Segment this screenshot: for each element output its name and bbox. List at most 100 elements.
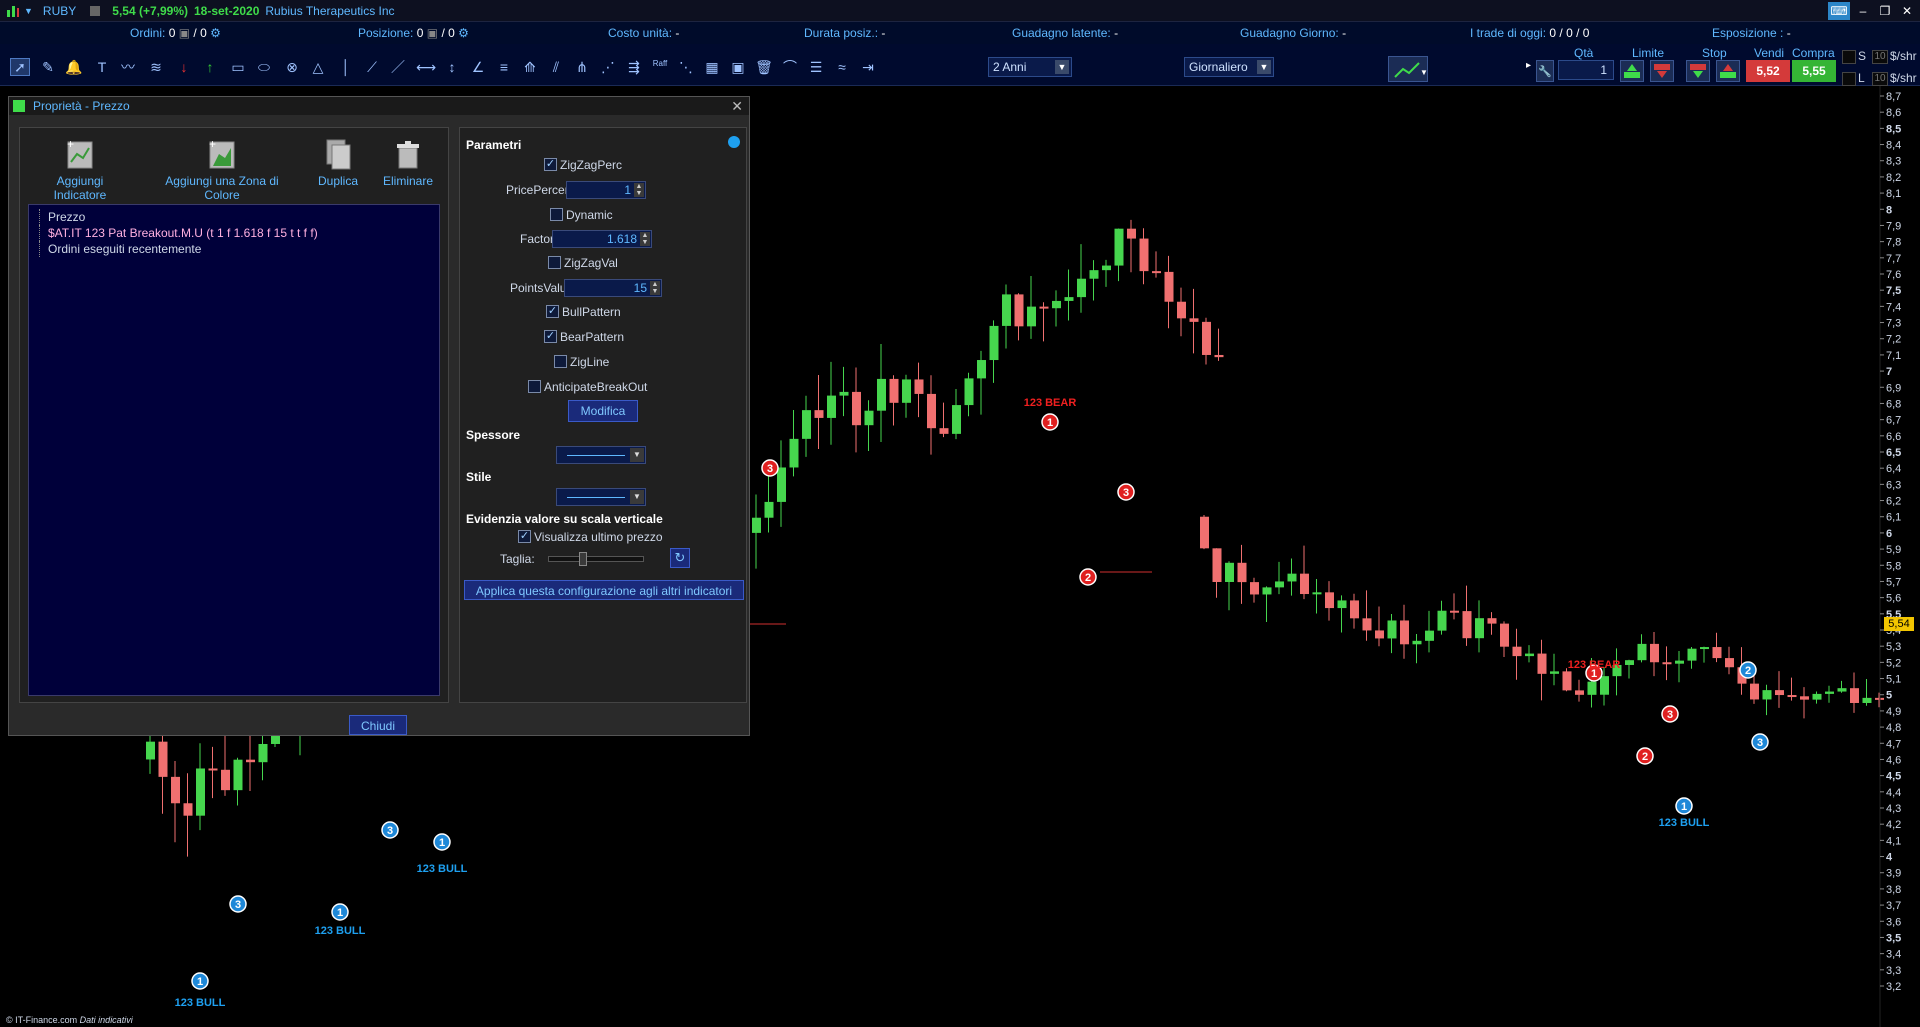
fan-lines-icon[interactable]: ⋰ (598, 58, 618, 76)
grid-tool-icon[interactable]: ▦ (702, 58, 722, 76)
taglia-slider[interactable] (548, 552, 644, 566)
zigline-checkbox[interactable] (554, 355, 567, 368)
slider-thumb[interactable] (579, 552, 587, 566)
box-tool-icon[interactable]: ▣ (728, 58, 748, 76)
keyboard-icon[interactable]: ⌨ (1828, 2, 1850, 20)
bullpattern-checkbox[interactable]: ✓ (546, 305, 559, 318)
candle-body (1750, 683, 1759, 700)
close-icon[interactable]: ✕ (731, 97, 743, 115)
delete-button[interactable]: Eliminare (378, 138, 438, 188)
gear-icon[interactable]: ⚙ (210, 26, 221, 40)
angle-tool-icon[interactable]: ∠ (468, 58, 488, 76)
stile-select[interactable]: ▼ (556, 488, 646, 506)
indicator-menu-button[interactable]: ▼ (1388, 56, 1428, 82)
spessore-select[interactable]: ▼ (556, 446, 646, 464)
multi-line-icon[interactable]: ☰ (806, 58, 826, 76)
tree-item-ordini[interactable]: Ordini eseguiti recentemente (39, 241, 429, 257)
l-qty[interactable]: 10 (1872, 72, 1888, 86)
bearpattern-checkbox[interactable]: ✓ (544, 330, 557, 343)
buy-button[interactable]: 5,55 (1792, 60, 1836, 82)
info-icon[interactable] (90, 5, 101, 16)
qty-input[interactable]: 1 (1558, 60, 1614, 80)
fibonacci-tool-icon[interactable]: ≡ (494, 58, 514, 76)
raff-channel-icon[interactable]: Raff (650, 58, 670, 76)
trash-tool-icon[interactable]: 🗑 (754, 58, 774, 76)
s-qty[interactable]: 10 (1872, 50, 1888, 64)
interval-select[interactable]: Giornaliero ▼ (1184, 57, 1274, 77)
buy-limit-button[interactable] (1620, 60, 1644, 82)
period-select[interactable]: 2 Anni ▼ (988, 57, 1072, 77)
text-tool-icon[interactable]: T (92, 58, 112, 76)
tree-item-123-pattern[interactable]: $AT.IT 123 Pat Breakout.M.U (t 1 f 1.618… (39, 225, 429, 241)
add-indicator-button[interactable]: + Aggiungi Indicatore (30, 138, 130, 202)
dynamic-checkbox[interactable] (550, 208, 563, 221)
circle-cross-tool-icon[interactable]: ⊗ (282, 58, 302, 76)
refresh-icon[interactable]: ↻ (670, 548, 690, 568)
tree-item-prezzo[interactable]: Prezzo (39, 209, 429, 225)
vertical-measure-icon[interactable]: ↕ (442, 58, 462, 76)
wave-tool-icon[interactable]: ≋ (146, 58, 166, 76)
measure-tool-icon[interactable]: ⟷ (416, 58, 436, 76)
zigzagperc-checkbox[interactable]: ✓ (544, 158, 557, 171)
visualizza-label: Visualizza ultimo prezzo (534, 530, 663, 544)
horizontal-segment-icon[interactable]: ⇥ (858, 58, 878, 76)
symbol-name[interactable]: RUBY (43, 4, 76, 18)
alarm-bell-icon[interactable]: 🔔 (64, 58, 84, 76)
channel-tool-icon[interactable]: ⫽ (546, 58, 566, 76)
add-color-zone-button[interactable]: + Aggiungi una Zona di Colore (148, 138, 296, 202)
sell-limit-button[interactable] (1650, 60, 1674, 82)
svg-text:▼: ▼ (1420, 68, 1428, 77)
parallel-tool-icon[interactable]: ⇶ (624, 58, 644, 76)
pencil-tool-icon[interactable]: ✎ (38, 58, 58, 76)
ellipse-tool-icon[interactable]: ⬭ (254, 58, 274, 76)
spinner-arrows-icon[interactable]: ▲ ▼ (640, 232, 650, 246)
sell-stop-button[interactable] (1716, 60, 1740, 82)
s-checkbox[interactable] (1842, 50, 1856, 64)
rectangle-tool-icon[interactable]: ▭ (228, 58, 248, 76)
candle-body (1152, 271, 1161, 274)
spinner-arrows-icon[interactable]: ▲ ▼ (634, 183, 644, 197)
l-checkbox[interactable] (1842, 72, 1856, 86)
speed-lines-icon[interactable]: ⋱ (676, 58, 696, 76)
posizione-icon[interactable]: ▣ (427, 26, 438, 40)
factor-input[interactable]: 1.618 ▲ ▼ (552, 230, 652, 248)
sell-button[interactable]: 5,52 (1746, 60, 1790, 82)
spinner-arrows-icon[interactable]: ▲ ▼ (650, 281, 660, 295)
zigzagval-checkbox[interactable] (548, 256, 561, 269)
pointer-tool-icon[interactable]: ➚ (10, 58, 30, 76)
duplicate-button[interactable]: Duplica (316, 138, 360, 188)
pattern-point-number: 1 (439, 837, 445, 849)
close-window-button[interactable]: ✕ (1898, 2, 1916, 20)
restore-button[interactable]: ❐ (1876, 2, 1894, 20)
y-tick-label: 8 (1886, 204, 1892, 216)
candle-body (1462, 611, 1472, 639)
sell-arrow-icon[interactable]: ↓ (174, 58, 194, 76)
apply-to-all-button[interactable]: Applica questa configurazione agli altri… (464, 580, 744, 600)
gann-fan-icon[interactable]: ⟰ (520, 58, 540, 76)
gear-icon[interactable]: ⚙ (458, 26, 469, 40)
modifica-button[interactable]: Modifica (568, 400, 638, 422)
dialog-titlebar[interactable]: Proprietà - Prezzo ✕ (9, 97, 749, 115)
trendline-tool-icon[interactable]: ⟋ (362, 58, 382, 76)
buy-arrow-icon[interactable]: ↑ (200, 58, 220, 76)
y-tick-label: 6 (1886, 528, 1892, 540)
zigzag-tool-icon[interactable]: 〰 (118, 58, 138, 76)
pointsvalue-input[interactable]: 15 ▲ ▼ (564, 279, 662, 297)
curve-tool-icon[interactable]: ⌒ (780, 58, 800, 76)
expand-arrow-icon[interactable]: ▸ (1526, 60, 1531, 71)
triangle-tool-icon[interactable]: △ (308, 58, 328, 76)
pitchfork-tool-icon[interactable]: ⋔ (572, 58, 592, 76)
help-bubble-icon[interactable] (728, 136, 740, 148)
ray-tool-icon[interactable]: ／ (388, 58, 408, 76)
minimize-button[interactable]: – (1854, 2, 1872, 20)
anticipate-checkbox[interactable] (528, 380, 541, 393)
chiudi-button[interactable]: Chiudi (349, 715, 407, 735)
visualizza-checkbox[interactable]: ✓ (518, 530, 531, 543)
ordini-icon[interactable]: ▣ (179, 26, 190, 40)
pricepercent-input[interactable]: 1 ▲ ▼ (566, 181, 646, 199)
wave-lines-icon[interactable]: ≈ (832, 58, 852, 76)
vertical-line-tool-icon[interactable]: │ (336, 58, 356, 76)
buy-stop-button[interactable] (1686, 60, 1710, 82)
wrench-icon[interactable]: 🔧 (1536, 60, 1554, 82)
symbol-dropdown-icon[interactable]: ▼ (24, 6, 33, 16)
